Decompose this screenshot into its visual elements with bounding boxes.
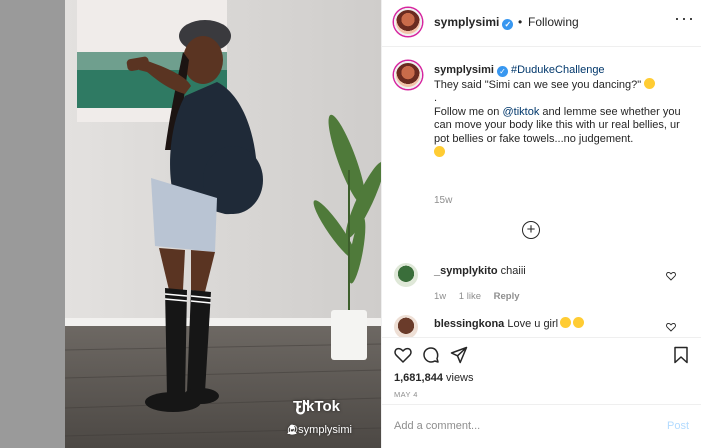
smile-emoji-icon xyxy=(434,146,445,157)
comment-box: Post xyxy=(382,404,701,448)
comment-body: Love u girl xyxy=(507,318,559,330)
verified-icon: ✓ xyxy=(496,66,508,77)
view-count[interactable]: 1,681,844 views xyxy=(394,372,474,384)
comment-body: chaiii xyxy=(500,265,526,277)
comment-username[interactable]: blessingkona xyxy=(434,318,504,330)
comment-meta: 1w 1 like Reply xyxy=(434,291,530,302)
comments-area[interactable]: symplysimi ✓ #DudukeChallenge They said "… xyxy=(382,47,701,337)
separator-dot: • xyxy=(518,15,523,29)
caption: symplysimi ✓ #DudukeChallenge They said "… xyxy=(434,64,690,161)
post-modal: TikTok @symplysimi symplysimi ✓ • Followi… xyxy=(65,0,701,448)
caption-mention[interactable]: @tiktok xyxy=(502,106,539,118)
more-horizontal-icon[interactable]: ··· xyxy=(674,8,695,29)
post-button[interactable]: Post xyxy=(667,420,689,432)
like-heart-icon[interactable] xyxy=(394,346,412,364)
caption-line2-pre: Follow me on xyxy=(434,105,503,118)
comment-avatar[interactable] xyxy=(394,263,418,287)
post-date[interactable]: MAY 4 xyxy=(394,390,418,399)
following-button[interactable]: Following xyxy=(528,15,579,29)
caption-line1: They said "Simi can we see you dancing?" xyxy=(434,78,642,91)
heart-icon[interactable] xyxy=(666,271,676,281)
comment-icon[interactable] xyxy=(422,346,440,364)
comment-text: blessingkona Love u girl xyxy=(434,317,585,330)
header-username-text: symplysimi xyxy=(434,15,500,29)
add-comment-input[interactable] xyxy=(394,417,634,435)
avatar[interactable] xyxy=(394,8,422,36)
share-icon[interactable] xyxy=(450,346,468,364)
tiktok-icon xyxy=(296,400,309,415)
load-more-comments-button[interactable]: + xyxy=(522,221,540,239)
tiktok-handle: @symplysimi xyxy=(287,424,352,436)
views-number: 1,681,844 xyxy=(394,372,443,384)
grin-emoji-icon xyxy=(644,77,656,89)
caption-time[interactable]: 15w xyxy=(434,195,452,206)
user-icon xyxy=(287,424,297,434)
caption-username[interactable]: symplysimi xyxy=(434,64,494,76)
hug-emoji-icon xyxy=(573,317,585,328)
caption-dot: . xyxy=(434,92,438,104)
comment-likes[interactable]: 1 like xyxy=(459,291,481,302)
caption-avatar[interactable] xyxy=(394,61,422,89)
tiktok-watermark: TikTok xyxy=(293,398,340,415)
post-side-panel: symplysimi ✓ • Following ··· symplysimi ✓ … xyxy=(381,0,701,448)
verified-icon: ✓ xyxy=(502,19,514,30)
header-username[interactable]: symplysimi ✓ xyxy=(434,15,514,30)
views-label: views xyxy=(442,372,474,384)
bookmark-icon[interactable] xyxy=(672,346,690,364)
video-frame xyxy=(65,0,381,448)
comment-username[interactable]: _symplykito xyxy=(434,265,498,277)
heart-icon[interactable] xyxy=(666,322,676,332)
post-video[interactable]: TikTok @symplysimi xyxy=(65,0,381,448)
comment-time[interactable]: 1w xyxy=(434,291,446,302)
caption-hashtag[interactable]: #DudukeChallenge xyxy=(511,64,605,76)
hug-emoji-icon xyxy=(560,317,572,328)
post-actions: 1,681,844 views MAY 4 xyxy=(382,337,701,403)
comment-avatar[interactable] xyxy=(394,315,418,337)
plus-circle-icon: + xyxy=(526,221,536,238)
comment-text: _symplykito chaiii xyxy=(434,265,526,277)
reply-button[interactable]: Reply xyxy=(494,291,520,302)
